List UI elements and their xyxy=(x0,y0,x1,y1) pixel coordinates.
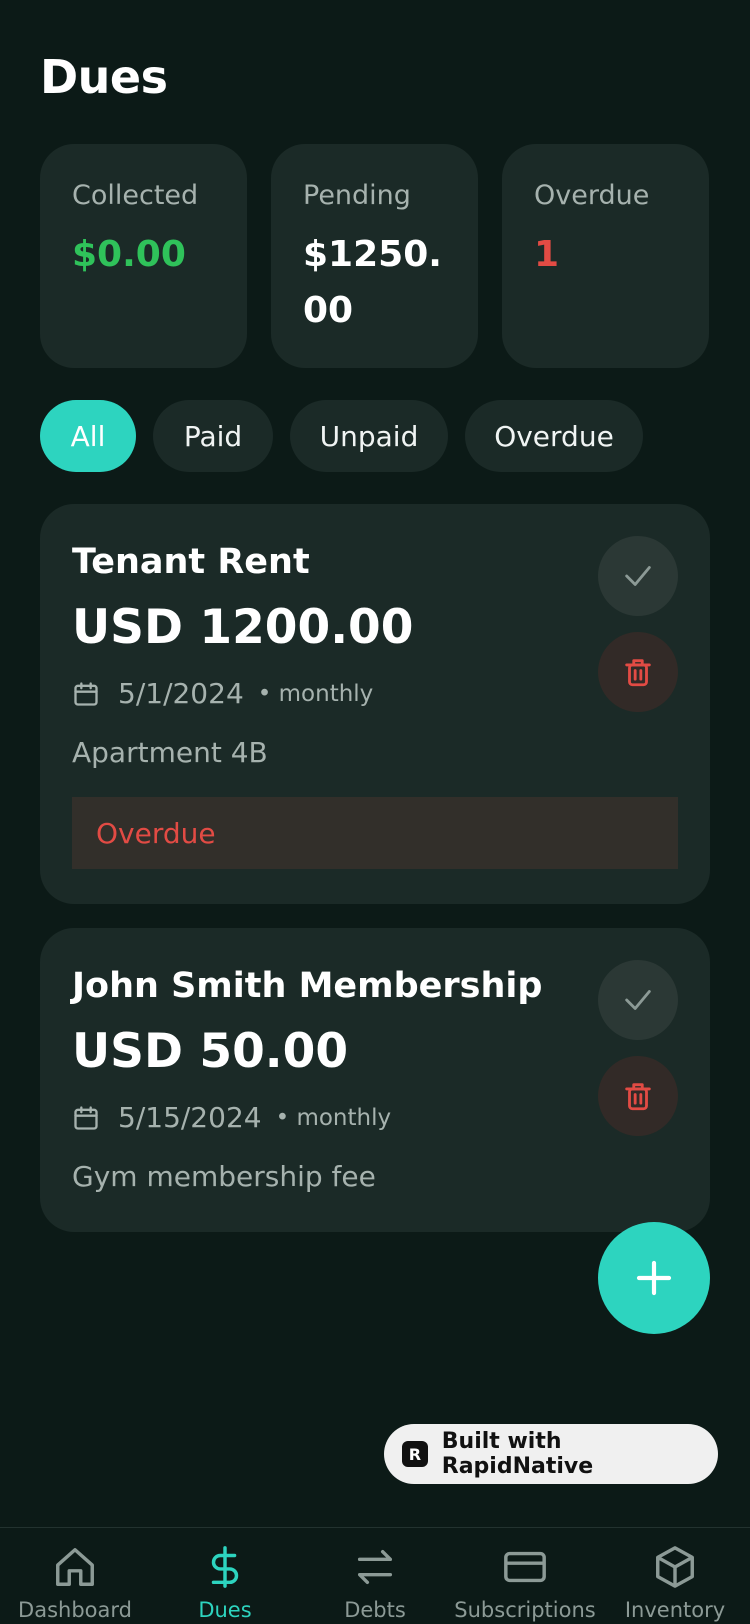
due-title: John Smith Membership xyxy=(72,966,543,1006)
status-badge: Overdue xyxy=(72,797,678,869)
due-date: 5/15/2024 xyxy=(118,1101,262,1134)
filter-unpaid[interactable]: Unpaid xyxy=(290,400,448,472)
stats-row: Collected $0.00 Pending $1250.00 Overdue… xyxy=(40,144,709,368)
due-card[interactable]: John Smith Membership USD 50.00 5/15/202… xyxy=(40,928,710,1232)
due-date: 5/1/2024 xyxy=(118,677,244,710)
due-amount: USD 1200.00 xyxy=(72,600,414,655)
due-description: Gym membership fee xyxy=(72,1160,376,1193)
filter-paid[interactable]: Paid xyxy=(153,400,273,472)
calendar-icon xyxy=(74,681,98,706)
tab-inventory[interactable]: Inventory xyxy=(600,1528,750,1624)
box-icon xyxy=(656,1546,694,1588)
due-meta: 5/1/2024 • monthly xyxy=(72,677,678,710)
trash-icon xyxy=(625,659,651,687)
stat-card-pending: Pending $1250.00 xyxy=(271,144,478,368)
trash-icon xyxy=(625,1083,651,1111)
delete-button[interactable] xyxy=(598,1056,678,1136)
home-icon xyxy=(56,1548,94,1586)
stat-value: 1 xyxy=(534,234,560,275)
built-with-text: Built with RapidNative xyxy=(441,1429,594,1479)
arrows-icon xyxy=(357,1549,393,1585)
due-card[interactable]: Tenant Rent USD 1200.00 5/1/2024 • month… xyxy=(40,504,710,904)
due-meta: 5/15/2024 • monthly xyxy=(72,1101,678,1134)
tab-dashboard[interactable]: Dashboard xyxy=(0,1528,150,1624)
mark-paid-button[interactable] xyxy=(598,536,678,616)
built-with-badge[interactable]: R Built with RapidNative xyxy=(384,1424,718,1484)
stat-card-collected: Collected $0.00 xyxy=(40,144,247,368)
filter-chips: All Paid Unpaid Overdue xyxy=(40,400,643,472)
tab-label: Dues xyxy=(198,1598,252,1622)
delete-button[interactable] xyxy=(598,632,678,712)
tab-dues[interactable]: Dues xyxy=(150,1528,300,1624)
tab-label: Subscriptions xyxy=(454,1598,596,1622)
tab-label: Dashboard xyxy=(18,1598,132,1622)
due-description: Apartment 4B xyxy=(72,736,268,769)
stat-value: $1250.00 xyxy=(303,234,442,331)
stat-label: Overdue xyxy=(534,180,650,211)
add-due-button[interactable] xyxy=(598,1222,710,1334)
stat-card-overdue: Overdue 1 xyxy=(502,144,709,368)
page-title: Dues xyxy=(40,50,168,104)
plus-icon xyxy=(636,1260,672,1296)
stat-label: Collected xyxy=(72,180,199,211)
due-amount: USD 50.00 xyxy=(72,1024,349,1079)
rapidnative-logo-icon: R xyxy=(402,1441,428,1467)
due-title: Tenant Rent xyxy=(72,542,310,582)
bottom-tab-bar: Dashboard Dues Debts Subscriptions Inven… xyxy=(0,1527,750,1624)
card-icon xyxy=(504,1551,546,1583)
filter-all[interactable]: All xyxy=(40,400,136,472)
tab-debts[interactable]: Debts xyxy=(300,1528,450,1624)
tab-label: Inventory xyxy=(624,1598,726,1622)
stat-label: Pending xyxy=(303,180,411,211)
due-frequency: • monthly xyxy=(257,680,374,707)
tab-subscriptions[interactable]: Subscriptions xyxy=(450,1528,600,1624)
dollar-icon xyxy=(211,1546,239,1588)
filter-overdue[interactable]: Overdue xyxy=(465,400,643,472)
check-icon xyxy=(625,566,651,586)
check-icon xyxy=(625,990,651,1010)
calendar-icon xyxy=(74,1105,98,1130)
stat-value: $0.00 xyxy=(72,234,186,275)
due-frequency: • monthly xyxy=(275,1104,392,1131)
tab-label: Debts xyxy=(344,1598,406,1622)
mark-paid-button[interactable] xyxy=(598,960,678,1040)
